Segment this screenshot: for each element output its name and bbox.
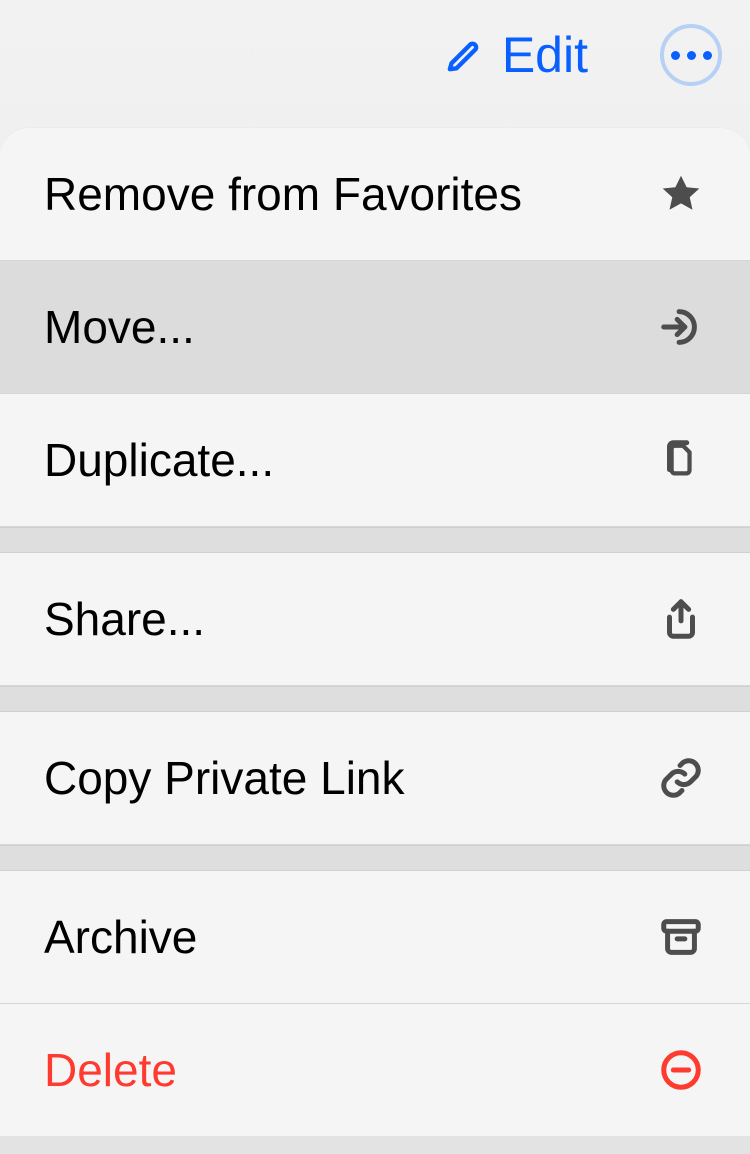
menu-item-move[interactable]: Move... bbox=[0, 261, 750, 394]
context-menu: Remove from Favorites Move... Duplicate.… bbox=[0, 128, 750, 1136]
edit-label: Edit bbox=[502, 26, 588, 84]
menu-item-label: Duplicate... bbox=[44, 433, 274, 487]
more-button[interactable] bbox=[660, 24, 722, 86]
menu-item-label: Delete bbox=[44, 1043, 177, 1097]
duplicate-icon bbox=[656, 437, 706, 483]
menu-item-archive[interactable]: Archive bbox=[0, 871, 750, 1004]
menu-item-label: Move... bbox=[44, 300, 195, 354]
menu-item-delete[interactable]: Delete bbox=[0, 1004, 750, 1136]
menu-divider bbox=[0, 845, 750, 871]
enter-circle-icon bbox=[656, 304, 706, 350]
menu-item-remove-favorite[interactable]: Remove from Favorites bbox=[0, 128, 750, 261]
menu-item-share[interactable]: Share... bbox=[0, 553, 750, 686]
menu-item-label: Copy Private Link bbox=[44, 751, 405, 805]
ellipsis-icon bbox=[671, 51, 712, 60]
delete-circle-icon bbox=[656, 1047, 706, 1093]
star-icon bbox=[656, 171, 706, 217]
menu-item-label: Remove from Favorites bbox=[44, 167, 522, 221]
menu-divider bbox=[0, 686, 750, 712]
edit-button[interactable]: Edit bbox=[444, 26, 588, 84]
link-icon bbox=[656, 755, 706, 801]
archive-icon bbox=[656, 914, 706, 960]
menu-item-copy-link[interactable]: Copy Private Link bbox=[0, 712, 750, 845]
menu-item-label: Share... bbox=[44, 592, 205, 646]
header-bar: Edit bbox=[0, 0, 750, 128]
pencil-icon bbox=[444, 35, 484, 75]
menu-item-duplicate[interactable]: Duplicate... bbox=[0, 394, 750, 527]
menu-divider bbox=[0, 527, 750, 553]
share-icon bbox=[656, 596, 706, 642]
menu-item-label: Archive bbox=[44, 910, 197, 964]
